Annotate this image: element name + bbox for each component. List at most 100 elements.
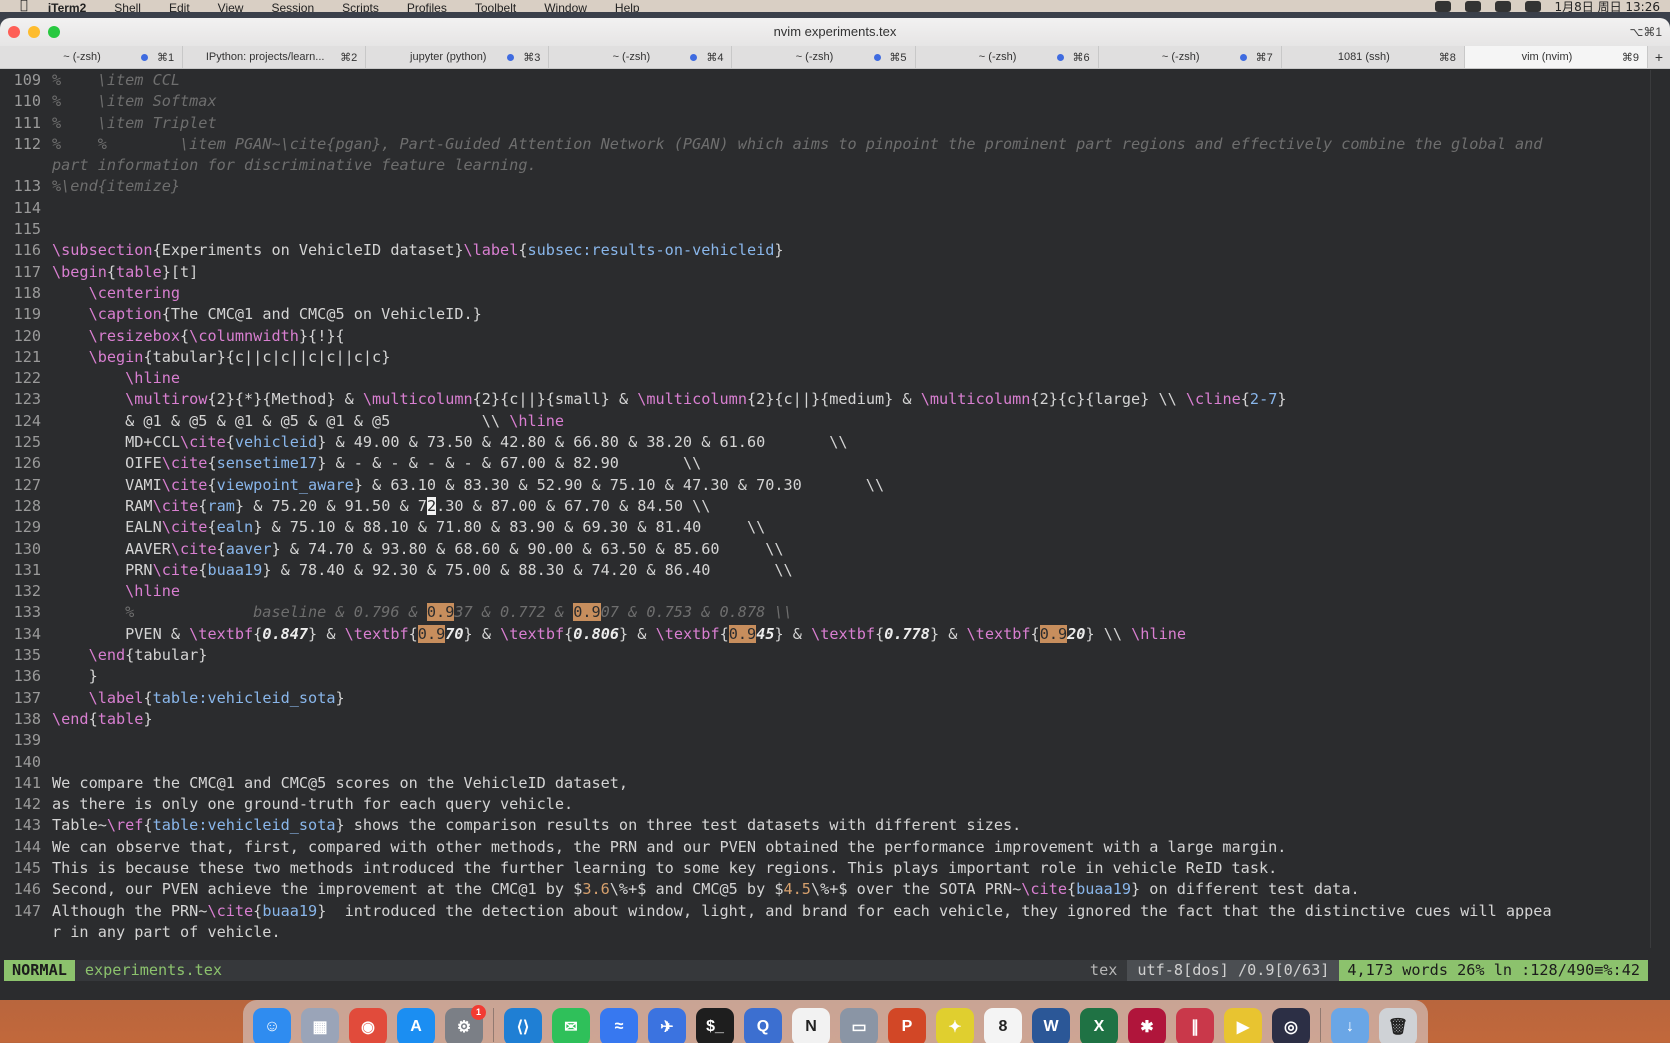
token-cmd: \multicolumn bbox=[637, 390, 747, 409]
minimize-window-button[interactable] bbox=[28, 26, 40, 38]
mindnode-icon[interactable]: ✦ bbox=[936, 1008, 974, 1043]
tab-6[interactable]: ~ (-zsh) ⌘6 bbox=[916, 46, 1099, 68]
tab-2[interactable]: IPython: projects/learn... ⌘2 bbox=[183, 46, 367, 68]
chrome-icon[interactable]: ◉ bbox=[349, 1008, 387, 1043]
code-line[interactable]: 109 % \item CCL bbox=[0, 70, 1670, 91]
status-icon[interactable] bbox=[1464, 1, 1481, 12]
powerpoint-icon[interactable]: P bbox=[888, 1008, 926, 1043]
code-line[interactable]: 113 %\end{itemize} bbox=[0, 176, 1670, 197]
menu-scripts[interactable]: Scripts bbox=[342, 2, 379, 13]
code-line[interactable]: 146 Second, our PVEN achieve the improvem… bbox=[0, 879, 1670, 900]
code-line[interactable]: r in any part of vehicle. bbox=[0, 922, 1670, 943]
code-line[interactable]: 123 \multirow{2}{*}{Method} & \multicolu… bbox=[0, 389, 1670, 410]
feishu-icon[interactable]: ≈ bbox=[600, 1008, 638, 1043]
code-line[interactable]: 124 & @1 & @5 & @1 & @5 & @1 & @5 \\ \hl… bbox=[0, 411, 1670, 432]
code-line[interactable]: 111 % \item Triplet bbox=[0, 113, 1670, 134]
battery-icon[interactable] bbox=[1524, 1, 1541, 12]
downloads-icon[interactable]: ↓ bbox=[1331, 1008, 1369, 1043]
tab-8[interactable]: 1081 (ssh) ⌘8 bbox=[1282, 46, 1465, 68]
menu-help[interactable]: Help bbox=[615, 2, 640, 13]
code-line[interactable]: 135 \end{tabular} bbox=[0, 645, 1670, 666]
tab-7[interactable]: ~ (-zsh) ⌘7 bbox=[1099, 46, 1282, 68]
mail-bird-icon[interactable]: ✈ bbox=[648, 1008, 686, 1043]
code-line[interactable]: 114 bbox=[0, 198, 1670, 219]
code-line[interactable]: 143 Table~\ref{table:vehicleid_sota} show… bbox=[0, 815, 1670, 836]
menu-view[interactable]: View bbox=[218, 2, 244, 13]
tab-5[interactable]: ~ (-zsh) ⌘5 bbox=[732, 46, 916, 68]
status-icon[interactable] bbox=[1434, 1, 1451, 12]
infuse-icon[interactable]: ▶ bbox=[1224, 1008, 1262, 1043]
token-arg: ealn bbox=[216, 518, 254, 537]
nvim-editor[interactable]: 109 % \item CCL 110 % \item Softmax 111 % \it… bbox=[0, 70, 1670, 948]
code-line[interactable]: 117 \begin{table}[t] bbox=[0, 262, 1670, 283]
code-line[interactable]: 141 We compare the CMC@1 and CMC@5 scores… bbox=[0, 773, 1670, 794]
code-line[interactable]: 131 PRN\cite{buaa19} & 78.40 & 92.30 & 7… bbox=[0, 560, 1670, 581]
menubar-clock[interactable]: 1月8日 周日 13:26 bbox=[1555, 0, 1660, 12]
line-text: MD+CCL\cite{vehicleid} & 49.00 & 73.50 &… bbox=[52, 432, 847, 453]
code-line[interactable]: 144 We can observe that, first, compared … bbox=[0, 837, 1670, 858]
vscode-icon[interactable]: ⟨⟩ bbox=[504, 1008, 542, 1043]
system-settings-icon[interactable]: ⚙ 1 bbox=[445, 1005, 486, 1043]
tab-1[interactable]: ~ (-zsh) ⌘1 bbox=[0, 46, 184, 68]
code-line[interactable]: 115 bbox=[0, 219, 1670, 240]
code-line[interactable]: 147 Although the PRN~\cite{buaa19} introd… bbox=[0, 901, 1670, 922]
notion-icon[interactable]: N bbox=[792, 1008, 830, 1043]
code-line[interactable]: 112 % % \item PGAN~\cite{pgan}, Part-Guid… bbox=[0, 134, 1670, 155]
code-line[interactable]: 122 \hline bbox=[0, 368, 1670, 389]
alfred-icon[interactable]: Q bbox=[744, 1008, 782, 1043]
code-line[interactable]: 121 \begin{tabular}{c||c|c||c|c||c|c} bbox=[0, 347, 1670, 368]
maximize-window-button[interactable] bbox=[48, 26, 60, 38]
app-store-icon[interactable]: A bbox=[397, 1008, 435, 1043]
code-line[interactable]: 136 } bbox=[0, 666, 1670, 687]
code-line[interactable]: 139 bbox=[0, 730, 1670, 751]
preview-icon[interactable]: ▭ bbox=[840, 1008, 878, 1043]
excel-icon[interactable]: X bbox=[1080, 1008, 1118, 1043]
code-line[interactable]: 129 EALN\cite{ealn} & 75.10 & 88.10 & 71… bbox=[0, 517, 1670, 538]
menu-iterm2[interactable]: iTerm2 bbox=[48, 2, 86, 13]
code-line[interactable]: 140 bbox=[0, 752, 1670, 773]
menu-edit[interactable]: Edit bbox=[169, 2, 190, 13]
window-titlebar: nvim experiments.tex ⌥⌘1 bbox=[0, 18, 1670, 46]
code-line[interactable]: 137 \label{table:vehicleid_sota} bbox=[0, 688, 1670, 709]
word-icon[interactable]: W bbox=[1032, 1008, 1070, 1043]
code-line[interactable]: 138 \end{table} bbox=[0, 709, 1670, 730]
code-line[interactable]: 145 This is because these two methods int… bbox=[0, 858, 1670, 879]
trash-icon[interactable]: 🗑 bbox=[1379, 1008, 1417, 1043]
menu-toolbelt[interactable]: Toolbelt bbox=[475, 2, 516, 13]
wifi-icon[interactable] bbox=[1494, 1, 1511, 12]
finder-icon[interactable]: ☺ bbox=[253, 1008, 291, 1043]
calendar-icon[interactable]: 8 bbox=[984, 1008, 1022, 1043]
obs-icon[interactable]: ◎ bbox=[1272, 1008, 1310, 1043]
code-line[interactable]: 128 RAM\cite{ram} & 75.20 & 91.50 & 72.3… bbox=[0, 496, 1670, 517]
code-line[interactable]: 110 % \item Softmax bbox=[0, 91, 1670, 112]
terminal-icon[interactable]: $_ bbox=[696, 1008, 734, 1043]
code-line[interactable]: 116 \subsection{Experiments on VehicleID … bbox=[0, 240, 1670, 261]
code-line[interactable]: 142 as there is only one ground-truth for… bbox=[0, 794, 1670, 815]
menu-session[interactable]: Session bbox=[271, 2, 314, 13]
code-line[interactable]: 126 OIFE\cite{sensetime17} & - & - & - &… bbox=[0, 453, 1670, 474]
code-line[interactable]: 127 VAMI\cite{viewpoint_aware} & 63.10 &… bbox=[0, 475, 1670, 496]
launchpad-icon[interactable]: ▦ bbox=[301, 1008, 339, 1043]
apple-icon[interactable]:  bbox=[20, 0, 28, 12]
wechat-icon[interactable]: ✉ bbox=[552, 1008, 590, 1043]
tab-3[interactable]: jupyter (python) ⌘3 bbox=[366, 46, 550, 68]
code-line[interactable]: 134 PVEN & \textbf{0.847} & \textbf{0.97… bbox=[0, 624, 1670, 645]
code-line[interactable]: 132 \hline bbox=[0, 581, 1670, 602]
code-line[interactable]: 125 MD+CCL\cite{vehicleid} & 49.00 & 73.… bbox=[0, 432, 1670, 453]
tab-9[interactable]: vim (nvim) ⌘9 bbox=[1464, 46, 1648, 68]
menu-window[interactable]: Window bbox=[544, 2, 587, 13]
close-window-button[interactable] bbox=[8, 26, 20, 38]
code-line[interactable]: part information for discriminative feat… bbox=[0, 155, 1670, 176]
menu-profiles[interactable]: Profiles bbox=[407, 2, 447, 13]
tab-4[interactable]: ~ (-zsh) ⌘4 bbox=[549, 46, 733, 68]
mendeley-icon[interactable]: ✱ bbox=[1128, 1008, 1166, 1043]
code-line[interactable]: 120 \resizebox{\columnwidth}{!}{ bbox=[0, 326, 1670, 347]
parallels-icon[interactable]: ∥ bbox=[1176, 1008, 1214, 1043]
code-line[interactable]: 118 \centering bbox=[0, 283, 1670, 304]
code-line[interactable]: 130 AAVER\cite{aaver} & 74.70 & 93.80 & … bbox=[0, 539, 1670, 560]
new-tab-button[interactable]: + bbox=[1648, 46, 1670, 68]
code-line[interactable]: 133 % baseline & 0.796 & 0.937 & 0.772 &… bbox=[0, 602, 1670, 623]
token-cmd: \hline bbox=[125, 369, 181, 388]
menu-shell[interactable]: Shell bbox=[114, 2, 141, 13]
code-line[interactable]: 119 \caption{The CMC@1 and CMC@5 on Vehi… bbox=[0, 304, 1670, 325]
